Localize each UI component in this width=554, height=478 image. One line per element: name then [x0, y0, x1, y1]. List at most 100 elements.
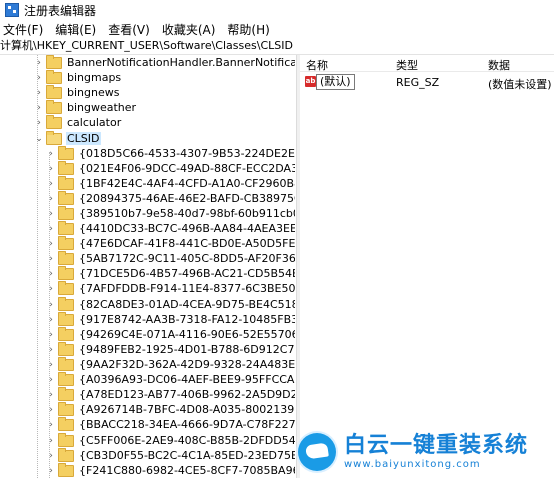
- tree-node-label: {82CA8DE3-01AD-4CEA-9D75-BE4C51810A9E}: [79, 298, 295, 311]
- chevron-right-icon[interactable]: ›: [46, 164, 56, 174]
- tree-node-child[interactable]: › {20894375-46AE-46E2-BAFD-CB38975CDCE6}: [46, 190, 295, 206]
- chevron-right-icon[interactable]: ›: [46, 269, 56, 279]
- tree-node-label: {9489FEB2-1925-4D01-B788-6D912C70F7F2}: [79, 343, 295, 356]
- tree-node-label: {94269C4E-071A-4116-90E6-52E557067E4E}: [79, 328, 295, 341]
- tree-node-label: {018D5C66-4533-4307-9B53-224DE2ED1FE6}: [79, 147, 295, 160]
- folder-icon: [58, 265, 74, 280]
- tree-node-child[interactable]: › {C5FF006E-2AE9-408C-B85B-2DFDD5449D9C}: [46, 432, 295, 448]
- column-data[interactable]: 数据: [488, 57, 510, 73]
- tree-node[interactable]: › BannerNotificationHandler.BannerNotific…: [34, 55, 295, 70]
- chevron-right-icon[interactable]: ›: [34, 73, 44, 83]
- tree-node-selected[interactable]: ⌄ CLSID: [34, 130, 101, 146]
- chevron-right-icon[interactable]: ›: [46, 451, 56, 461]
- chevron-right-icon[interactable]: ›: [46, 390, 56, 400]
- chevron-right-icon[interactable]: ›: [46, 284, 56, 294]
- folder-icon: [58, 280, 74, 295]
- chevron-right-icon[interactable]: ›: [46, 254, 56, 264]
- chevron-right-icon[interactable]: ›: [46, 330, 56, 340]
- tree-node[interactable]: › calculator: [34, 114, 122, 130]
- twitter-bird-logo: [298, 433, 336, 471]
- tree-node-child[interactable]: › {A926714B-7BFC-4D08-A035-80021395FFA8}: [46, 401, 295, 417]
- values-header: 名称 类型 数据: [300, 55, 554, 72]
- column-name[interactable]: 名称: [306, 57, 328, 73]
- tree-node-child[interactable]: › {1BF42E4C-4AF4-4CFD-A1A0-CF2960B8F63E}: [46, 175, 295, 191]
- menu-edit[interactable]: 编辑(E): [52, 21, 105, 38]
- folder-icon: [58, 175, 74, 190]
- folder-icon: [46, 69, 62, 84]
- menu-favorites[interactable]: 收藏夹(A): [159, 21, 225, 38]
- tree-node-child[interactable]: › {F241C880-6982-4CE5-8CF7-7085BA96DA5A}: [46, 462, 295, 478]
- tree-node-label: {A78ED123-AB77-406B-9962-2A5D9D2F7F30}: [79, 388, 295, 401]
- chevron-right-icon[interactable]: ›: [46, 360, 56, 370]
- chevron-right-icon[interactable]: ›: [46, 300, 56, 310]
- window-title: 注册表编辑器: [24, 3, 97, 18]
- tree-node[interactable]: › bingnews: [34, 84, 120, 100]
- chevron-right-icon[interactable]: ›: [46, 179, 56, 189]
- chevron-right-icon[interactable]: ›: [46, 405, 56, 415]
- tree-node-child[interactable]: › {021E4F06-9DCC-49AD-88CF-ECC2DA314C8A}: [46, 160, 295, 176]
- chevron-right-icon[interactable]: ›: [34, 58, 44, 68]
- chevron-right-icon[interactable]: ›: [46, 315, 56, 325]
- tree-node-label: {20894375-46AE-46E2-BAFD-CB38975CDCE6}: [79, 192, 295, 205]
- folder-icon: [46, 114, 62, 129]
- tree-node-child[interactable]: › {47E6DCAF-41F8-441C-BD0E-A50D5FE6C4D1}: [46, 235, 295, 251]
- registry-tree[interactable]: › BannerNotificationHandler.BannerNotific…: [0, 55, 295, 478]
- menu-file[interactable]: 文件(F): [0, 21, 52, 38]
- tree-node[interactable]: › bingweather: [34, 99, 137, 115]
- tree-node-child[interactable]: › {82CA8DE3-01AD-4CEA-9D75-BE4C51810A9E}: [46, 296, 295, 312]
- tree-node-child[interactable]: › {389510b7-9e58-40d7-98bf-60b911cb0ea9}: [46, 205, 295, 221]
- value-type: REG_SZ: [396, 76, 440, 89]
- menu-help[interactable]: 帮助(H): [224, 21, 278, 38]
- folder-icon: [58, 190, 74, 205]
- chevron-right-icon[interactable]: ›: [46, 436, 56, 446]
- address-bar[interactable]: 计算机\HKEY_CURRENT_USER\Software\Classes\C…: [0, 38, 554, 55]
- folder-icon: [58, 326, 74, 341]
- folder-icon: [58, 220, 74, 235]
- tree-node-child[interactable]: › {94269C4E-071A-4116-90E6-52E557067E4E}: [46, 326, 295, 342]
- chevron-right-icon[interactable]: ›: [34, 118, 44, 128]
- chevron-right-icon[interactable]: ›: [46, 149, 56, 159]
- tree-node-label: {1BF42E4C-4AF4-4CFD-A1A0-CF2960B8F63E}: [79, 177, 295, 190]
- chevron-down-icon[interactable]: ⌄: [34, 134, 44, 144]
- tree-node-label: {71DCE5D6-4B57-496B-AC21-CD5B54EB93FD}: [79, 267, 295, 280]
- tree-node-label: {917E8742-AA3B-7318-FA12-10485FB322A2}: [79, 313, 295, 326]
- chevron-right-icon[interactable]: ›: [46, 239, 56, 249]
- chevron-right-icon[interactable]: ›: [46, 224, 56, 234]
- tree-node-child[interactable]: › {7AFDFDDB-F914-11E4-8377-6C3BE50D980C}: [46, 280, 295, 296]
- menu-view[interactable]: 查看(V): [105, 21, 159, 38]
- chevron-right-icon[interactable]: ›: [46, 209, 56, 219]
- tree-node-label: {47E6DCAF-41F8-441C-BD0E-A50D5FE6C4D1}: [79, 237, 295, 250]
- tree-node-child[interactable]: › {CB3D0F55-BC2C-4C1A-85ED-23ED75B5106B}: [46, 447, 295, 463]
- chevron-right-icon[interactable]: ›: [46, 345, 56, 355]
- chevron-right-icon[interactable]: ›: [34, 88, 44, 98]
- chevron-right-icon[interactable]: ›: [34, 103, 44, 113]
- folder-icon: [58, 386, 74, 401]
- folder-icon: [58, 250, 74, 265]
- folder-icon: [58, 341, 74, 356]
- chevron-right-icon[interactable]: ›: [46, 466, 56, 476]
- tree-node[interactable]: › bingmaps: [34, 69, 122, 85]
- chevron-right-icon[interactable]: ›: [46, 194, 56, 204]
- tree-node-child[interactable]: › {917E8742-AA3B-7318-FA12-10485FB322A2}: [46, 311, 295, 327]
- folder-icon: [58, 160, 74, 175]
- value-data: (数值未设置): [488, 78, 552, 91]
- tree-node-child[interactable]: › {A0396A93-DC06-4AEF-BEE9-95FFCCAEF20E}: [46, 371, 295, 387]
- folder-icon: [58, 145, 74, 160]
- column-type[interactable]: 类型: [396, 57, 418, 73]
- tree-node-child[interactable]: › {A78ED123-AB77-406B-9962-2A5D9D2F7F30}: [46, 386, 295, 402]
- chevron-right-icon[interactable]: ›: [46, 420, 56, 430]
- tree-node-child[interactable]: › {71DCE5D6-4B57-496B-AC21-CD5B54EB93FD}: [46, 265, 295, 281]
- tree-node-child[interactable]: › {018D5C66-4533-4307-9B53-224DE2ED1FE6}: [46, 145, 295, 161]
- tree-node-child[interactable]: › {9AA2F32D-362A-42D9-9328-24A483E2CCC3}: [46, 356, 295, 372]
- tree-node-child[interactable]: › {4410DC33-BC7C-496B-AA84-4AEA3EEE75F7}: [46, 220, 295, 236]
- value-row[interactable]: ab (默认) REG_SZ (数值未设置): [300, 74, 554, 91]
- tree-node-child[interactable]: › {BBACC218-34EA-4666-9D7A-C78F2274A524}: [46, 416, 295, 432]
- tree-node-child[interactable]: › {9489FEB2-1925-4D01-B788-6D912C70F7F2}: [46, 341, 295, 357]
- folder-icon: [58, 296, 74, 311]
- tree-node-label: bingweather: [67, 101, 137, 114]
- folder-icon: [58, 462, 74, 477]
- title-bar: 注册表编辑器: [0, 0, 554, 20]
- tree-node-child[interactable]: › {5AB7172C-9C11-405C-8DD5-AF20F3606282}: [46, 250, 295, 266]
- tree-node-label: bingnews: [67, 86, 120, 99]
- chevron-right-icon[interactable]: ›: [46, 375, 56, 385]
